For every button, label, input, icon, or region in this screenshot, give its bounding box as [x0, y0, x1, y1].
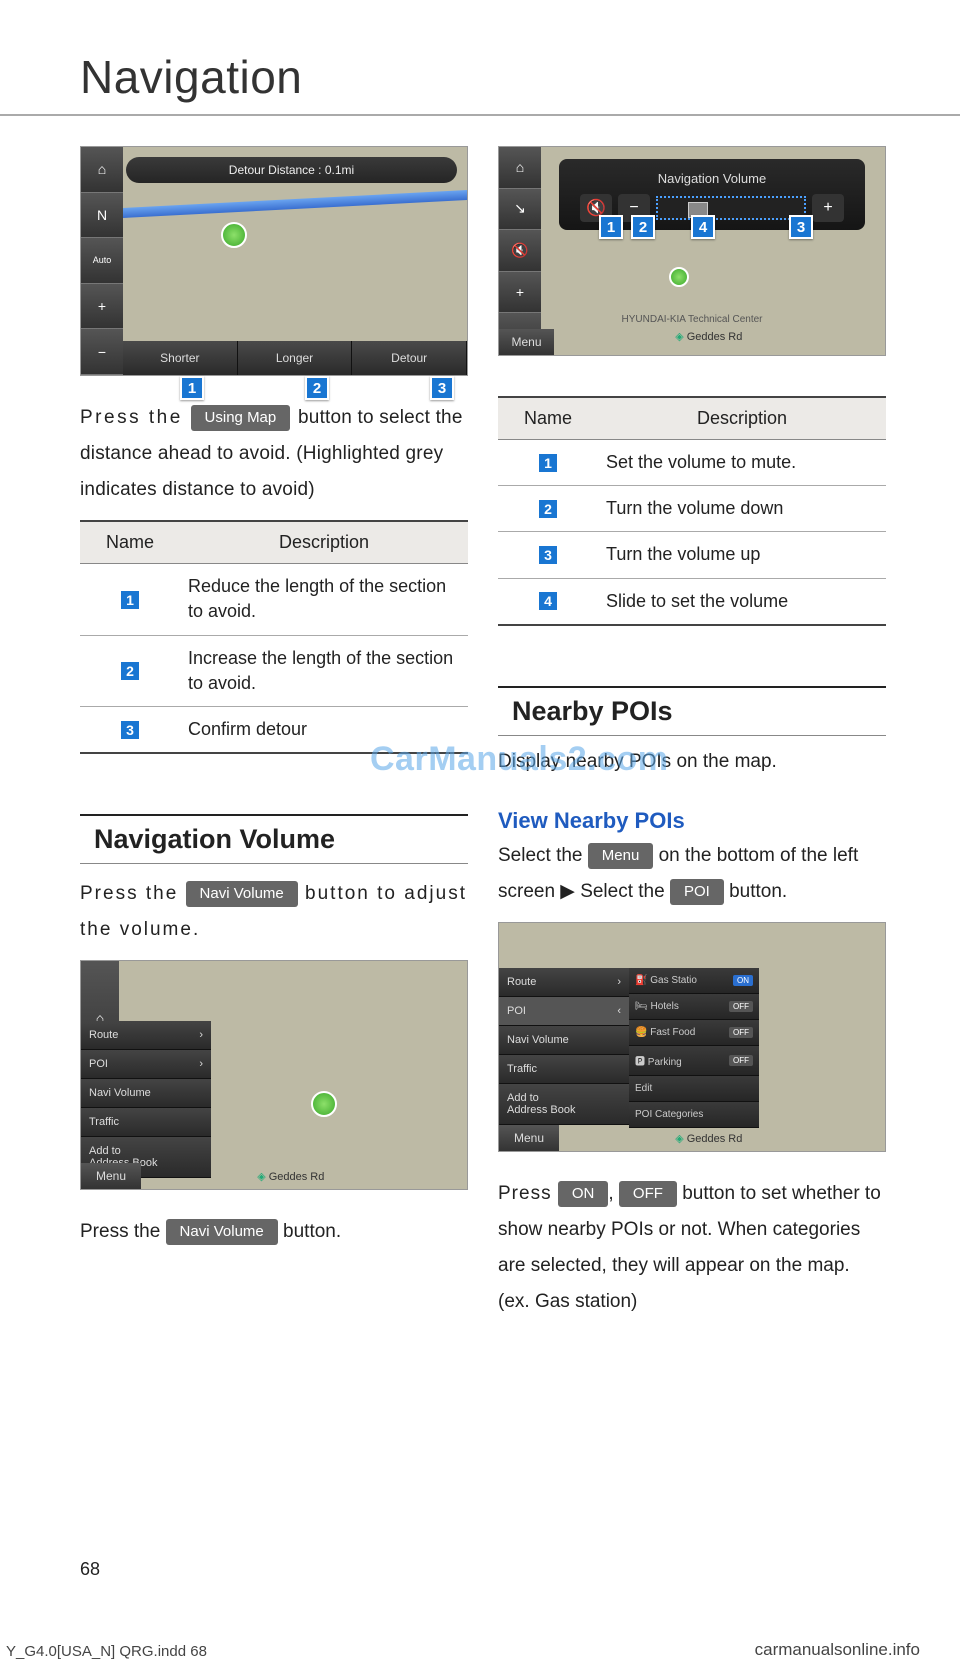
menu-button[interactable]: Menu [499, 1125, 559, 1151]
row-desc-1: Reduce the length of the section to avoi… [180, 564, 468, 635]
row-badge-3: 3 [537, 544, 559, 566]
using-map-chip: Using Map [191, 405, 291, 431]
street-label: Geddes Rd [257, 1170, 324, 1183]
menu-route[interactable]: Route › [499, 968, 629, 997]
plus-icon: + [81, 284, 123, 330]
row-desc-4: Slide to set the volume [598, 578, 886, 625]
paragraph-1: Press the Using Map button to select the… [80, 400, 468, 508]
home-icon: ⌂ [81, 147, 123, 193]
right-column: ⌂ ↘ 🔇 + − Navigation Volume 🔇 − + 1 2 4 [498, 146, 886, 1320]
on-chip: ON [558, 1181, 609, 1207]
vol-up-button[interactable]: + [812, 194, 844, 222]
paragraph-r3: Press ON, OFF button to set whether to s… [498, 1176, 886, 1320]
row-desc-2: Increase the length of the section to av… [180, 635, 468, 706]
menu-traffic[interactable]: Traffic [81, 1108, 211, 1137]
detour-distance-label: Detour Distance : 0.1mi [126, 157, 457, 183]
menu-address-book[interactable]: Add to Address Book [499, 1084, 629, 1125]
screenshot-volume: ⌂ ↘ 🔇 + − Navigation Volume 🔇 − + 1 2 4 [498, 146, 886, 356]
section-nearby-pois: Nearby POIs [498, 686, 886, 736]
off-chip: OFF [619, 1181, 677, 1207]
row-badge-1: 1 [119, 589, 141, 611]
callout-3: 3 [430, 376, 454, 400]
menu-poi[interactable]: POI ‹ [499, 997, 629, 1026]
menu-button[interactable]: Menu [81, 1163, 141, 1189]
poi-parking[interactable]: 🅿 ParkingOFF [629, 1046, 759, 1076]
callout-1: 1 [180, 376, 204, 400]
table-volume: Name Description 1 Set the volume to mut… [498, 396, 886, 626]
screenshot-poi-menu: Route › POI ‹ Navi Volume Traffic Add to… [498, 922, 886, 1152]
menu-poi[interactable]: POI › [81, 1050, 211, 1079]
table-detour: Name Description 1 Reduce the length of … [80, 520, 468, 754]
menu-navi-volume[interactable]: Navi Volume [81, 1079, 211, 1108]
left-column: ⌂ N Auto + − Detour Distance : 0.1mi Sho… [80, 146, 468, 1320]
north-icon: N [81, 193, 123, 239]
th-desc: Description [598, 397, 886, 440]
callout-3: 3 [789, 215, 813, 239]
home-icon: ⌂ [499, 147, 541, 189]
shorter-button[interactable]: Shorter [123, 341, 238, 375]
callout-1: 1 [599, 215, 623, 239]
paragraph-r2: Select the Menu on the bottom of the lef… [498, 838, 886, 910]
footer-left: Y_G4.0[USA_N] QRG.indd 68 [6, 1643, 207, 1660]
volume-title: Navigation Volume [567, 167, 857, 194]
navi-volume-chip: Navi Volume [186, 881, 298, 907]
th-desc: Description [180, 521, 468, 564]
poi-hotels[interactable]: 🛏 HotelsOFF [629, 994, 759, 1020]
poi-gas[interactable]: ⛽ Gas StatioON [629, 968, 759, 994]
poi-edit[interactable]: Edit [629, 1076, 759, 1102]
callout-4: 4 [691, 215, 715, 239]
menu-navi-volume[interactable]: Navi Volume [499, 1026, 629, 1055]
th-name: Name [498, 397, 598, 440]
street-label: Geddes Rd [675, 1132, 742, 1145]
footer-right: carmanualsonline.info [755, 1640, 920, 1660]
row-badge-3: 3 [119, 719, 141, 741]
row-desc-3: Turn the volume up [598, 532, 886, 578]
callout-2: 2 [305, 376, 329, 400]
paragraph-2: Press the Navi Volume button to adjust t… [80, 876, 468, 948]
detour-button[interactable]: Detour [352, 341, 467, 375]
row-badge-2: 2 [537, 498, 559, 520]
location-marker-icon [669, 267, 689, 287]
section-nav-volume: Navigation Volume [80, 814, 468, 864]
row-desc-1: Set the volume to mute. [598, 440, 886, 486]
location-marker-icon [311, 1091, 337, 1117]
sub-view-pois: View Nearby POIs [498, 808, 886, 834]
menu-route[interactable]: Route › [81, 1021, 211, 1050]
navi-volume-chip-2: Navi Volume [166, 1219, 278, 1245]
row-badge-2: 2 [119, 660, 141, 682]
screenshot-menu: ⌂ ↘ Route › POI › Navi Volume Traffic Ad… [80, 960, 468, 1190]
arrow-icon: ↘ [499, 189, 541, 231]
row-desc-2: Turn the volume down [598, 486, 886, 532]
menu-button[interactable]: Menu [499, 329, 554, 355]
hyundai-label: HYUNDAI-KIA Technical Center [622, 314, 763, 325]
location-marker-icon [221, 222, 247, 248]
row-badge-4: 4 [537, 590, 559, 612]
poi-categories[interactable]: POI Categories [629, 1102, 759, 1128]
page-title: Navigation [0, 0, 960, 116]
menu-chip: Menu [588, 843, 654, 869]
plus-icon: + [499, 272, 541, 314]
auto-icon: Auto [81, 238, 123, 284]
poi-fastfood[interactable]: 🍔 Fast FoodOFF [629, 1020, 759, 1046]
minus-icon: − [81, 329, 123, 375]
route-line [123, 190, 467, 218]
longer-button[interactable]: Longer [238, 341, 353, 375]
paragraph-r1: Display nearby POIs on the map. [498, 744, 886, 780]
row-desc-3: Confirm detour [180, 707, 468, 754]
menu-traffic[interactable]: Traffic [499, 1055, 629, 1084]
paragraph-3: Press the Navi Volume button. [80, 1214, 468, 1250]
mute-icon: 🔇 [499, 230, 541, 272]
callout-2: 2 [631, 215, 655, 239]
screenshot-detour: ⌂ N Auto + − Detour Distance : 0.1mi Sho… [80, 146, 468, 376]
row-badge-1: 1 [537, 452, 559, 474]
page-number: 68 [80, 1559, 100, 1580]
poi-chip: POI [670, 879, 724, 905]
street-label: Geddes Rd [675, 330, 742, 343]
th-name: Name [80, 521, 180, 564]
